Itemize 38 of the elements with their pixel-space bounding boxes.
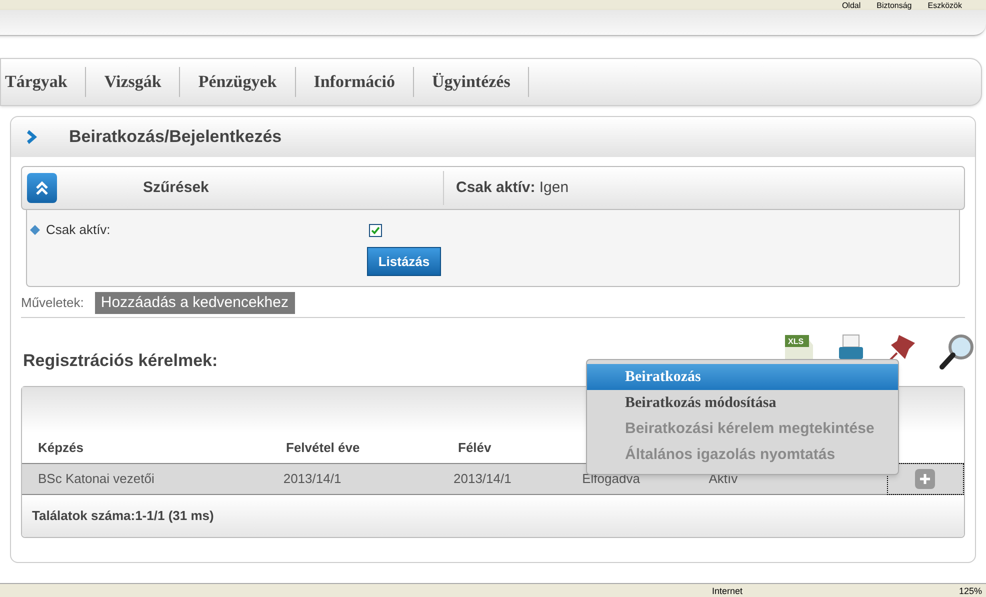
checkbox[interactable]	[369, 224, 382, 236]
list-button[interactable]: Listázás	[367, 247, 441, 276]
chevron-right-icon	[27, 129, 39, 145]
nav-tab[interactable]: Pénzügyek	[180, 67, 296, 97]
results-count: Találatok száma:1-1/1 (31 ms)	[32, 507, 214, 526]
nav-tab[interactable]: Információ	[296, 67, 414, 97]
zoom-level[interactable]: 125%	[958, 586, 982, 596]
filter-summary: Csak aktív: Igen	[456, 178, 569, 198]
plus-icon	[920, 474, 930, 484]
filter-title: Szűrések	[143, 178, 210, 198]
column-header[interactable]: Félév	[458, 438, 588, 458]
checkmark-icon	[371, 226, 380, 234]
nav-tab[interactable]: Tárgyak	[1, 67, 86, 97]
toolbar-menu[interactable]: Oldal	[842, 1, 861, 10]
diamond-bullet-icon	[30, 225, 40, 235]
collapse-button[interactable]	[27, 173, 57, 203]
page-title: Beiratkozás/Bejelentkezés	[69, 126, 282, 148]
printer-icon[interactable]	[837, 333, 865, 361]
add-to-favorites-link[interactable]: Hozzáadás a kedvencekhez	[94, 292, 294, 314]
table-cell-text: Elfogadva	[582, 470, 641, 488]
nav-tab[interactable]: Vizsgák	[86, 67, 180, 97]
table-cell-text: 2013/14/1	[283, 470, 342, 488]
double-chevron-icon	[35, 180, 49, 196]
field-label: Csak aktív:	[46, 221, 112, 240]
xls-file-icon[interactable]: XLS	[783, 333, 815, 361]
section-title: Regisztrációs kérelmek:	[23, 350, 219, 372]
status-zone: Internet	[712, 586, 743, 596]
context-menu-item[interactable]: Beiratkozás	[587, 364, 898, 390]
context-menu-item[interactable]: Beiratkozás módosítása	[587, 390, 898, 416]
column-header[interactable]: Képzés	[38, 438, 286, 458]
table-cell-text: 2013/14/1	[454, 470, 512, 488]
table-cell-text: BSc Katonai vezetői	[38, 470, 156, 488]
expand-row-button[interactable]	[915, 469, 936, 489]
operations-label: Műveletek:	[21, 294, 84, 312]
column-header[interactable]: Felvétel éve	[286, 438, 458, 458]
toolbar-menu[interactable]: Biztonság	[876, 1, 912, 10]
toolbar-menu[interactable]: Eszközök	[928, 1, 962, 10]
nav-tab[interactable]: Ügyintézés	[414, 67, 530, 97]
